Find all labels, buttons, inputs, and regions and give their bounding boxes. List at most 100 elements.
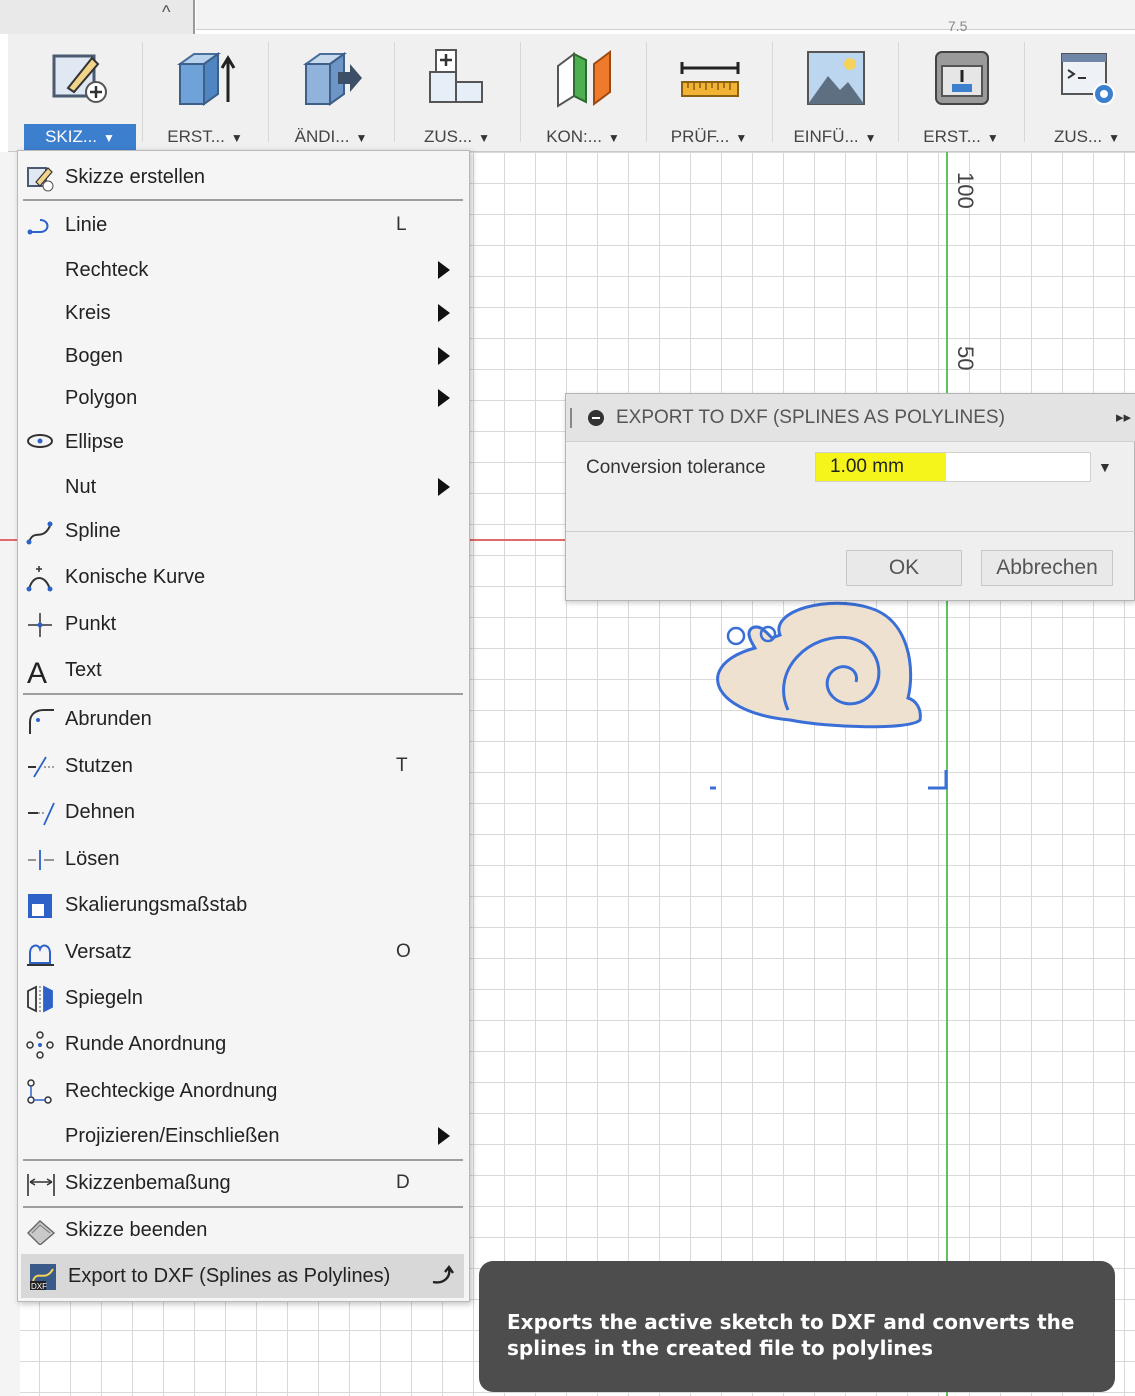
tool-insert[interactable]: EINFÜ... ▼: [772, 34, 898, 152]
submenu-arrow-icon: [438, 347, 450, 365]
tool-make[interactable]: ERST... ▼: [898, 34, 1024, 152]
axis-tick-50: 50: [953, 346, 978, 371]
extrude-box-icon: [176, 52, 236, 106]
fillet-icon: [29, 709, 54, 734]
ellipse-icon: [27, 434, 53, 448]
tool-create-label[interactable]: ERST... ▼: [142, 124, 268, 150]
tool-construct-label[interactable]: KON:... ▼: [520, 124, 646, 150]
command-tooltip: Exports the active sketch to DXF and con…: [479, 1261, 1115, 1392]
tool-sketch-label[interactable]: SKIZ... ▼: [24, 124, 136, 150]
drag-grip-icon[interactable]: [570, 408, 572, 428]
dialog-title-bar[interactable]: EXPORT TO DXF (SPLINES AS POLYLINES) ▸▸: [566, 394, 1135, 442]
menu-item-circle[interactable]: Kreis: [18, 291, 469, 335]
dialog-title: EXPORT TO DXF (SPLINES AS POLYLINES): [616, 407, 1005, 428]
tool-modify-label[interactable]: ÄNDI... ▼: [268, 124, 394, 150]
menu-item-line[interactable]: Linie L: [18, 203, 469, 247]
expand-icon[interactable]: ▸▸: [1116, 394, 1131, 442]
insert-image-icon: [807, 51, 865, 105]
menu-item-stop-sketch[interactable]: Skizze beenden: [18, 1208, 469, 1252]
ruler-fragment: 7.5: [948, 18, 968, 34]
menu-item-offset[interactable]: Versatz O: [18, 930, 469, 974]
submenu-arrow-icon: [438, 1127, 450, 1145]
scale-icon: [28, 894, 52, 918]
tolerance-value: 1.00 mm: [830, 456, 904, 477]
dimension-icon: [27, 1174, 55, 1196]
menu-item-conic-curve[interactable]: Konische Kurve: [18, 555, 469, 599]
menu-item-text[interactable]: A Text: [18, 648, 469, 692]
menu-item-project-include[interactable]: Projizieren/Einschließen: [18, 1114, 469, 1158]
export-dxf-dialog: EXPORT TO DXF (SPLINES AS POLYLINES) ▸▸ …: [565, 393, 1135, 601]
addins-script-icon: [1061, 53, 1115, 105]
menu-item-polygon[interactable]: Polygon: [18, 376, 469, 420]
document-tab[interactable]: ^: [0, 0, 195, 34]
tolerance-input[interactable]: 1.00 mm: [815, 452, 1091, 482]
undo-arrow-icon: [432, 1264, 454, 1284]
menu-item-circular-pattern[interactable]: Runde Anordnung: [18, 1022, 469, 1066]
rectangular-pattern-icon: [27, 1079, 52, 1104]
tool-construct[interactable]: KON:... ▼: [520, 34, 646, 152]
dxf-export-icon: DXF: [30, 1264, 56, 1291]
make-printer-icon: [935, 51, 989, 105]
submenu-arrow-icon: [438, 304, 450, 322]
menu-item-slot[interactable]: Nut: [18, 465, 469, 509]
menu-item-point[interactable]: Punkt: [18, 602, 469, 646]
menu-item-sketch-dimension[interactable]: Skizzenbemaßung D: [18, 1161, 469, 1205]
menu-item-extend[interactable]: Dehnen: [18, 790, 469, 834]
sketch-create-icon: [27, 167, 54, 192]
sketch-create-icon: [52, 54, 107, 103]
menu-item-trim[interactable]: Stutzen T: [18, 744, 469, 788]
tool-modify[interactable]: ÄNDI... ▼: [268, 34, 394, 152]
menu-item-create-sketch[interactable]: Skizze erstellen: [18, 155, 469, 199]
menu-item-export-dxf[interactable]: DXF Export to DXF (Splines as Polylines): [21, 1254, 464, 1298]
menu-item-rectangle[interactable]: Rechteck: [18, 248, 469, 292]
circular-pattern-icon: [26, 1031, 54, 1059]
assemble-blocks-icon: [429, 49, 483, 103]
tool-make-label[interactable]: ERST... ▼: [898, 124, 1024, 150]
modify-box-icon: [302, 52, 362, 106]
tool-assemble-label[interactable]: ZUS... ▼: [394, 124, 520, 150]
offset-icon: [27, 944, 54, 966]
menu-item-fillet[interactable]: Abrunden: [18, 697, 469, 741]
construct-planes-icon: [557, 50, 611, 108]
text-icon: A: [27, 657, 47, 685]
break-icon: [28, 850, 54, 870]
tolerance-label: Conversion tolerance: [586, 457, 766, 478]
trim-icon: [28, 756, 54, 778]
mirror-icon: [27, 985, 53, 1013]
menu-item-mirror[interactable]: Spiegeln: [18, 976, 469, 1020]
top-strip: ^ 7.5: [0, 0, 1135, 34]
submenu-arrow-icon: [438, 261, 450, 279]
conic-curve-icon: [26, 566, 53, 592]
submenu-arrow-icon: [438, 478, 450, 496]
menu-item-spline[interactable]: Spline: [18, 509, 469, 553]
menu-item-rectangular-pattern[interactable]: Rechteckige Anordnung: [18, 1069, 469, 1113]
collapse-caret-icon[interactable]: ^: [162, 2, 170, 23]
top-bar: 7.5: [196, 0, 1135, 34]
spline-icon: [26, 521, 53, 545]
tool-inspect-label[interactable]: PRÜF... ▼: [646, 124, 772, 150]
tool-addins[interactable]: ZUS... ▼: [1024, 34, 1135, 152]
menu-item-arc[interactable]: Bogen: [18, 334, 469, 378]
line-icon: [27, 219, 49, 235]
ribbon-toolbar: SKIZ... ▼ ERST... ▼ ÄNDI... ▼ ZUS... ▼ K…: [8, 34, 1135, 152]
snail-sketch[interactable]: [710, 590, 950, 790]
tool-assemble[interactable]: ZUS... ▼: [394, 34, 520, 152]
menu-item-ellipse[interactable]: Ellipse: [18, 420, 469, 464]
tool-create[interactable]: ERST... ▼: [142, 34, 268, 152]
tool-inspect[interactable]: PRÜF... ▼: [646, 34, 772, 152]
menu-item-scale[interactable]: Skalierungsmaßstab: [18, 883, 469, 927]
point-icon: [28, 613, 52, 637]
sketch-dropdown-menu: Skizze erstellen Linie L Rechteck Kreis …: [17, 150, 470, 1302]
tool-sketch[interactable]: SKIZ... ▼: [16, 34, 142, 152]
stop-sketch-icon: [27, 1220, 56, 1245]
axis-tick-100: 100: [953, 172, 978, 209]
cancel-button[interactable]: Abbrechen: [981, 550, 1113, 586]
tooltip-text: Exports the active sketch to DXF and con…: [507, 1310, 1075, 1360]
inspect-ruler-icon: [680, 62, 740, 97]
menu-item-break[interactable]: Lösen: [18, 837, 469, 881]
chevron-down-icon[interactable]: ▼: [1098, 452, 1112, 482]
submenu-arrow-icon: [438, 389, 450, 407]
ok-button[interactable]: OK: [846, 550, 962, 586]
tool-addins-label[interactable]: ZUS... ▼: [1024, 124, 1135, 150]
tool-insert-label[interactable]: EINFÜ... ▼: [772, 124, 898, 150]
